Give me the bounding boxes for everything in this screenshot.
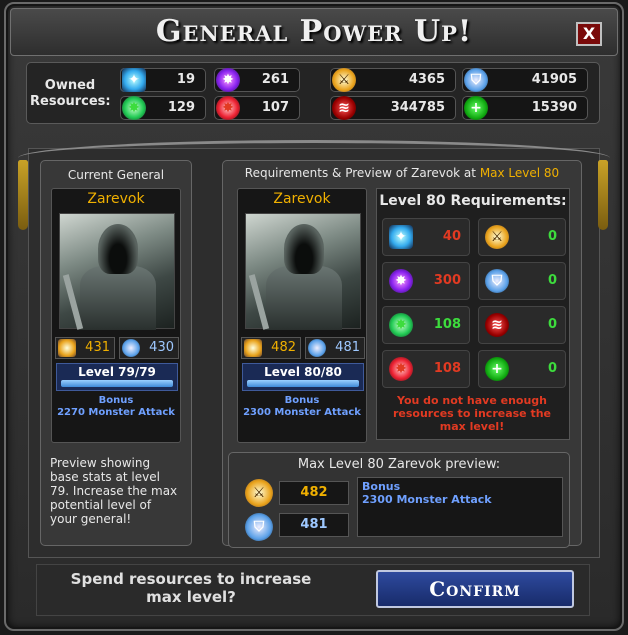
level-progress-fill <box>61 380 173 387</box>
general-name: Zarevok <box>273 191 331 207</box>
defense-stat: 430 <box>119 337 179 359</box>
bonus-info: Bonus 2300 Monster Attack <box>243 395 361 418</box>
requirement-purple-gem: ✸ 300 <box>382 262 470 300</box>
preview-general-card[interactable]: Zarevok 482 481 Level 80/80 Bonus 2300 M… <box>237 188 367 443</box>
current-general-title: Current General <box>67 168 165 182</box>
max-level-preview-panel: Max Level 80 Zarevok preview: ⚔ 482 ⛉ 48… <box>228 452 570 548</box>
defense-stat: 481 <box>305 337 365 359</box>
gold-axe-icon: ⚔ <box>245 479 273 507</box>
preview-bonus-box: Bonus 2300 Monster Attack <box>357 477 563 537</box>
attack-stat: 482 <box>241 337 301 359</box>
level-bar: Level 79/79 <box>56 363 178 391</box>
general-name: Zarevok <box>87 191 145 207</box>
shield-icon <box>308 339 326 357</box>
preview-attack-value: 482 <box>279 481 349 505</box>
bonus-info: Bonus 2270 Monster Attack <box>57 395 175 418</box>
max-level-preview-title: Max Level 80 Zarevok preview: <box>297 457 501 472</box>
preview-defense-value: 481 <box>279 513 349 537</box>
gold-axe-icon: ⚔ <box>485 225 509 249</box>
general-portrait <box>59 213 175 330</box>
owned-resources-label: Owned Resources: <box>30 78 111 109</box>
red-claw-icon: ≋ <box>332 96 356 120</box>
blue-crystal-icon: ✦ <box>122 68 146 92</box>
green-plus-icon: + <box>464 96 488 120</box>
green-gem-icon: ✸ <box>389 313 413 337</box>
requirements-title: Level 80 Requirements: <box>379 193 567 209</box>
red-claw-icon: ≋ <box>485 313 509 337</box>
confirm-button[interactable]: Confirm <box>376 570 574 608</box>
level-bar: Level 80/80 <box>242 363 364 391</box>
requirements-panel-title: Requirements & Preview of Zarevok at Max… <box>244 166 560 180</box>
purple-gem-icon: ✸ <box>216 68 240 92</box>
level-progress-fill <box>247 380 359 387</box>
red-gem-icon: ✸ <box>216 96 240 120</box>
insufficient-resources-warning: You do not have enough resources to incr… <box>392 394 552 433</box>
gold-axe-icon <box>58 339 76 357</box>
gold-axe-icon <box>244 339 262 357</box>
spend-resources-prompt: Spend resources to increase max level? <box>70 570 312 606</box>
blue-crystal-icon: ✦ <box>389 225 413 249</box>
shield-icon: ⛉ <box>245 513 273 541</box>
requirement-shield: ⛉ 0 <box>478 262 566 300</box>
current-general-card[interactable]: Zarevok 431 430 Level 79/79 Bonus 2270 M… <box>51 188 181 443</box>
red-gem-icon: ✸ <box>389 357 413 381</box>
requirement-green-gem: ✸ 108 <box>382 306 470 344</box>
green-gem-icon: ✸ <box>122 96 146 120</box>
shield-icon: ⛉ <box>464 68 488 92</box>
dialog-title: General Power Up! <box>155 14 473 49</box>
shield-icon <box>122 339 140 357</box>
right-tassel <box>598 160 608 230</box>
purple-gem-icon: ✸ <box>389 269 413 293</box>
green-plus-icon: + <box>485 357 509 381</box>
shield-icon: ⛉ <box>485 269 509 293</box>
general-portrait <box>245 213 361 330</box>
preview-note: Preview showing base stats at level 79. … <box>50 456 178 526</box>
requirement-gold-axe: ⚔ 0 <box>478 218 566 256</box>
level-text: Level 79/79 <box>78 365 156 379</box>
requirement-red-gem: ✸ 108 <box>382 350 470 388</box>
requirement-blue-crystal: ✦ 40 <box>382 218 470 256</box>
level-text: Level 80/80 <box>264 365 342 379</box>
close-button[interactable]: X <box>576 22 602 46</box>
attack-stat: 431 <box>55 337 115 359</box>
requirement-red-claw: ≋ 0 <box>478 306 566 344</box>
requirement-green-plus: + 0 <box>478 350 566 388</box>
gold-axe-icon: ⚔ <box>332 68 356 92</box>
left-tassel <box>18 160 28 230</box>
